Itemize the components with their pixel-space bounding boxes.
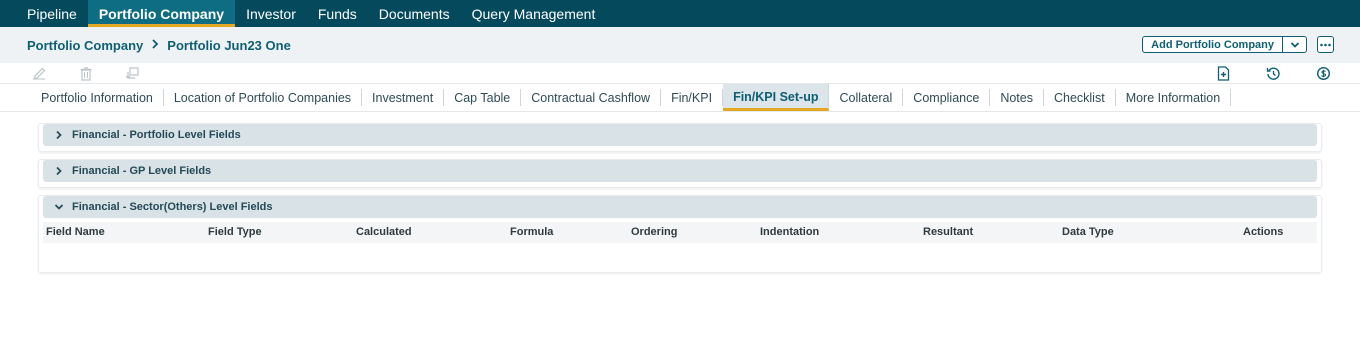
column-header-actions: Actions [1243,226,1284,238]
column-header-data-type[interactable]: Data Type [1062,226,1114,238]
chevron-right-icon [53,165,65,177]
header-actions: Add Portfolio Company [1142,36,1334,53]
nav-item-documents[interactable]: Documents [368,0,461,27]
add-portfolio-company-button[interactable]: Add Portfolio Company [1143,37,1283,52]
section-header-gp-level[interactable]: Financial - GP Level Fields [43,160,1317,182]
edit-icon[interactable] [31,65,47,81]
column-header-field-name[interactable]: Field Name [46,226,105,238]
tab-fin-kpi-setup[interactable]: Fin/KPI Set-up [723,84,830,111]
top-nav: Pipeline Portfolio Company Investor Fund… [0,0,1360,27]
tab-investment[interactable]: Investment [362,89,445,106]
nav-item-query-management[interactable]: Query Management [461,0,607,27]
nav-item-funds[interactable]: Funds [307,0,368,27]
copy-icon[interactable] [124,65,140,81]
section-header-sector-level[interactable]: Financial - Sector(Others) Level Fields [43,196,1317,218]
breadcrumb-root[interactable]: Portfolio Company [27,38,143,53]
tab-contractual-cashflow[interactable]: Contractual Cashflow [521,89,662,106]
detail-tabs: Portfolio Information Location of Portfo… [0,83,1360,112]
breadcrumb-current: Portfolio Jun23 One [167,37,291,53]
trash-icon[interactable] [78,65,94,81]
tab-portfolio-information[interactable]: Portfolio Information [31,89,164,106]
chevron-down-icon [1290,41,1299,48]
tab-more-information[interactable]: More Information [1116,89,1232,106]
chevron-right-icon [151,38,159,52]
tab-notes[interactable]: Notes [990,89,1044,106]
section-gp-level-fields: Financial - GP Level Fields [38,159,1322,188]
tab-location-of-portfolio-companies[interactable]: Location of Portfolio Companies [164,89,363,106]
fields-table-body [43,243,1317,267]
tab-cap-table[interactable]: Cap Table [444,89,522,106]
section-header-portfolio-level[interactable]: Financial - Portfolio Level Fields [43,124,1317,146]
column-header-ordering[interactable]: Ordering [631,226,677,238]
tab-content: Financial - Portfolio Level Fields Finan… [0,112,1360,273]
toolbar [0,63,1360,83]
chevron-right-icon [53,129,65,141]
page-header: Portfolio Company Portfolio Jun23 One Ad… [0,27,1360,63]
column-header-indentation[interactable]: Indentation [760,226,819,238]
add-portfolio-company-group: Add Portfolio Company [1142,36,1307,53]
section-title: Financial - GP Level Fields [72,165,212,177]
nav-item-portfolio-company[interactable]: Portfolio Company [87,0,236,27]
section-sector-others-level-fields: Financial - Sector(Others) Level Fields … [38,195,1322,273]
column-header-field-type[interactable]: Field Type [208,226,262,238]
tab-compliance[interactable]: Compliance [903,89,991,106]
ellipsis-icon [1320,43,1331,46]
tab-fin-kpi[interactable]: Fin/KPI [661,89,724,106]
fields-table-header: Field Name Field Type Calculated Formula… [43,222,1317,243]
nav-item-investor[interactable]: Investor [235,0,307,27]
add-dropdown-button[interactable] [1283,37,1306,52]
tab-checklist[interactable]: Checklist [1044,89,1116,106]
column-header-formula[interactable]: Formula [510,226,553,238]
column-header-resultant[interactable]: Resultant [923,226,973,238]
column-header-calculated[interactable]: Calculated [356,226,412,238]
section-title: Financial - Portfolio Level Fields [72,129,241,141]
add-document-icon[interactable] [1215,65,1231,81]
breadcrumb: Portfolio Company Portfolio Jun23 One [27,38,291,53]
history-icon[interactable] [1265,65,1281,81]
chevron-down-icon [53,201,65,213]
tab-collateral[interactable]: Collateral [829,89,904,106]
currency-refresh-icon[interactable] [1315,65,1331,81]
nav-item-pipeline[interactable]: Pipeline [16,0,88,27]
section-title: Financial - Sector(Others) Level Fields [72,201,273,213]
section-portfolio-level-fields: Financial - Portfolio Level Fields [38,123,1322,152]
more-options-button[interactable] [1317,36,1334,53]
